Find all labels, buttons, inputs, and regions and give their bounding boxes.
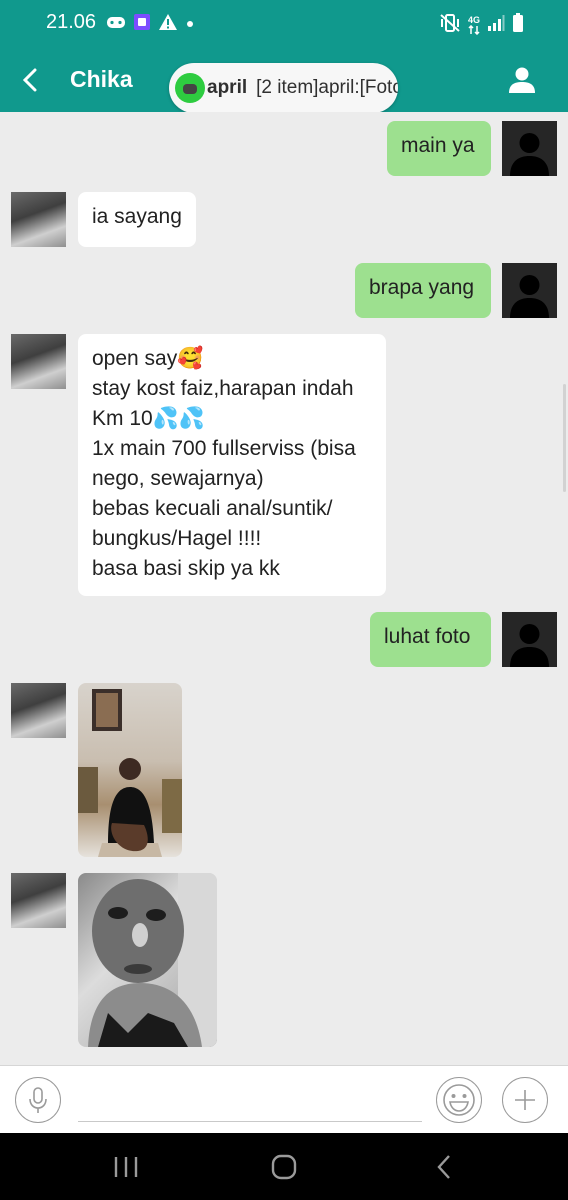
home-icon — [271, 1154, 297, 1180]
contact-avatar[interactable] — [11, 334, 66, 389]
photo-thumbnail — [78, 689, 182, 857]
plus-icon — [515, 1090, 535, 1110]
notification-text: [2 item]april:[Foto] — [256, 77, 398, 98]
status-left-icons — [106, 13, 195, 36]
my-avatar[interactable] — [502, 263, 557, 318]
contact-avatar[interactable] — [11, 683, 66, 738]
status-bar: 21.06 4G — [0, 0, 568, 50]
contact-avatar[interactable] — [11, 192, 66, 247]
default-avatar-icon — [510, 275, 549, 318]
message-bubble-outgoing[interactable]: main ya — [387, 121, 491, 176]
photo-message[interactable] — [78, 683, 182, 857]
network-label: 4G — [467, 15, 480, 25]
message-notification[interactable]: april [2 item]april:[Foto] — [169, 63, 398, 113]
status-right-icons: 4G — [439, 13, 524, 38]
scrollbar[interactable] — [563, 384, 566, 492]
chat-title: Chika — [70, 66, 133, 92]
chevron-left-icon — [22, 68, 37, 92]
default-avatar-icon — [510, 133, 549, 176]
back-button[interactable] — [12, 62, 48, 98]
voice-message-button[interactable] — [15, 1077, 61, 1123]
message-bubble-outgoing[interactable]: brapa yang — [355, 263, 491, 318]
system-back-button[interactable] — [426, 1149, 462, 1185]
add-attachment-button[interactable] — [502, 1077, 548, 1123]
back-icon — [437, 1155, 450, 1179]
recent-apps-button[interactable] — [108, 1149, 144, 1185]
photo-message[interactable] — [78, 873, 217, 1047]
message-input[interactable] — [78, 1078, 422, 1122]
battery-icon — [512, 13, 524, 38]
my-avatar[interactable] — [502, 121, 557, 176]
chat-area[interactable]: main ya ia sayang brapa yang open say🥰 s… — [0, 112, 568, 1065]
profile-button[interactable] — [504, 62, 540, 98]
my-avatar[interactable] — [502, 612, 557, 667]
microphone-icon — [29, 1087, 47, 1113]
default-avatar-icon — [510, 624, 549, 667]
message-bubble-incoming[interactable]: ia sayang — [78, 192, 196, 247]
message-input-bar — [0, 1065, 568, 1133]
vibrate-icon — [439, 13, 461, 38]
photo-thumbnail — [88, 873, 217, 1047]
emoji-button[interactable] — [436, 1077, 482, 1123]
message-bubble-incoming[interactable]: open say🥰 stay kost faiz,harapan indah K… — [78, 334, 386, 596]
person-icon — [509, 67, 535, 93]
network-4g-icon: 4G — [468, 16, 480, 35]
emoji-icon — [443, 1084, 475, 1116]
home-button[interactable] — [266, 1149, 302, 1185]
warning-icon — [158, 13, 178, 36]
screen-record-icon — [133, 13, 151, 36]
system-nav-bar — [0, 1133, 568, 1200]
notification-app-icon — [175, 73, 205, 103]
game-controller-icon — [106, 14, 126, 35]
contact-avatar[interactable] — [11, 873, 66, 928]
recent-apps-icon — [114, 1157, 138, 1177]
notification-sender: april — [207, 77, 248, 98]
message-bubble-outgoing[interactable]: luhat foto — [370, 612, 491, 667]
status-time: 21.06 — [46, 11, 97, 33]
signal-icon — [487, 14, 505, 37]
dot-icon — [185, 16, 195, 34]
